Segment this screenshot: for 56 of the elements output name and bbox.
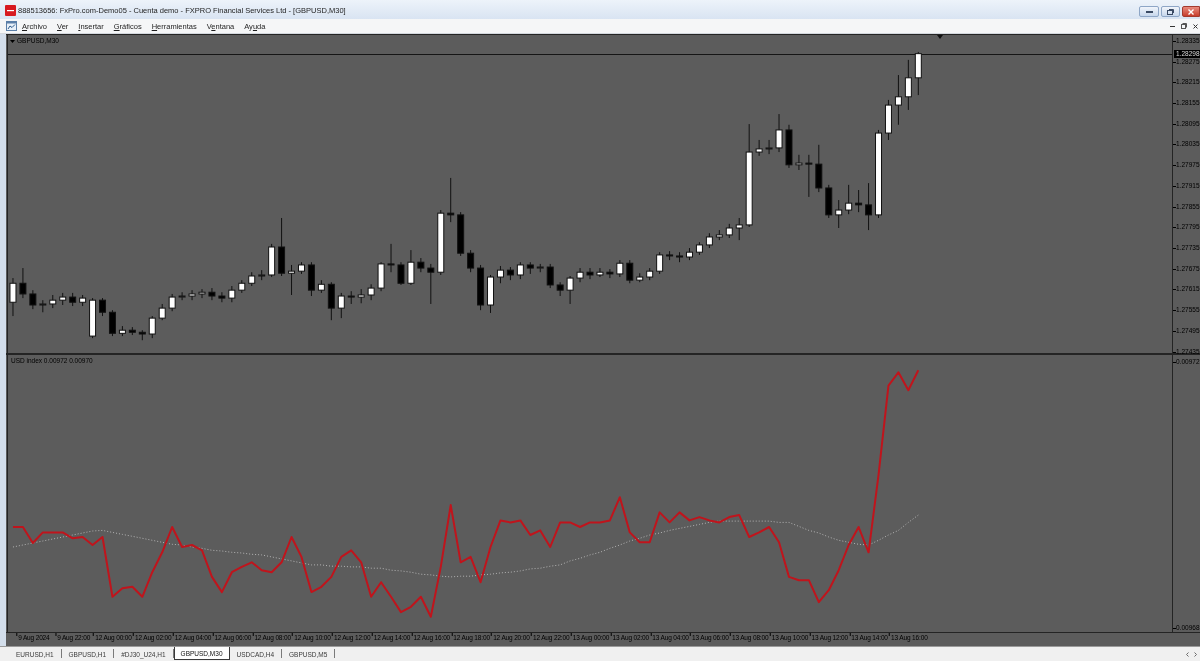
candlestick (765, 139, 773, 155)
candlestick (327, 281, 335, 321)
close-button[interactable] (1182, 6, 1200, 17)
candlestick (198, 288, 206, 299)
candlestick (397, 261, 405, 286)
candlestick (586, 267, 594, 280)
candlestick (865, 182, 873, 231)
candlestick (855, 189, 863, 213)
candlestick (626, 259, 634, 284)
candlestick (407, 249, 415, 286)
app-logo-icon (5, 5, 16, 16)
candlestick (218, 291, 226, 303)
candlestick (596, 267, 604, 278)
restore-icon[interactable] (1181, 23, 1187, 29)
candlestick (755, 139, 763, 157)
candlestick (805, 154, 813, 198)
restore-button[interactable] (1161, 6, 1180, 17)
triangle-marker-icon[interactable] (937, 35, 943, 39)
minimize-icon[interactable] (1170, 25, 1175, 27)
candlestick (795, 154, 803, 171)
candlestick (606, 268, 614, 279)
close-icon[interactable] (1193, 23, 1198, 29)
candlestick (775, 113, 783, 153)
candlestick (546, 263, 554, 289)
candlestick (656, 251, 664, 275)
candlestick (178, 291, 186, 301)
minimize-icon (1145, 10, 1153, 13)
candlestick (845, 184, 853, 215)
candlestick (835, 199, 843, 229)
candlestick (208, 287, 216, 301)
candlestick (735, 217, 743, 241)
candlestick (9, 277, 17, 317)
candlestick (19, 267, 27, 299)
chart-window-icon[interactable] (6, 21, 17, 31)
candlestick (417, 257, 425, 273)
candlestick (447, 177, 455, 223)
close-icon (1188, 8, 1194, 15)
candlestick (894, 74, 902, 126)
caret-down-icon[interactable] (10, 39, 15, 43)
candlestick (427, 263, 435, 305)
candlestick (337, 292, 345, 319)
candlestick (108, 309, 116, 337)
candlestick (288, 264, 296, 296)
candlestick (148, 315, 156, 339)
candlestick (387, 243, 395, 273)
candlestick (576, 267, 584, 283)
candlestick (904, 59, 912, 111)
chevron-left-icon[interactable] (1186, 651, 1189, 657)
candlestick (29, 289, 37, 310)
candlestick (467, 249, 475, 273)
minimize-button[interactable] (1139, 6, 1159, 17)
chevron-right-icon[interactable] (1194, 651, 1197, 657)
candlestick (566, 275, 574, 305)
restore-icon (1167, 8, 1174, 15)
candlestick (188, 289, 196, 301)
candlestick (815, 144, 823, 193)
